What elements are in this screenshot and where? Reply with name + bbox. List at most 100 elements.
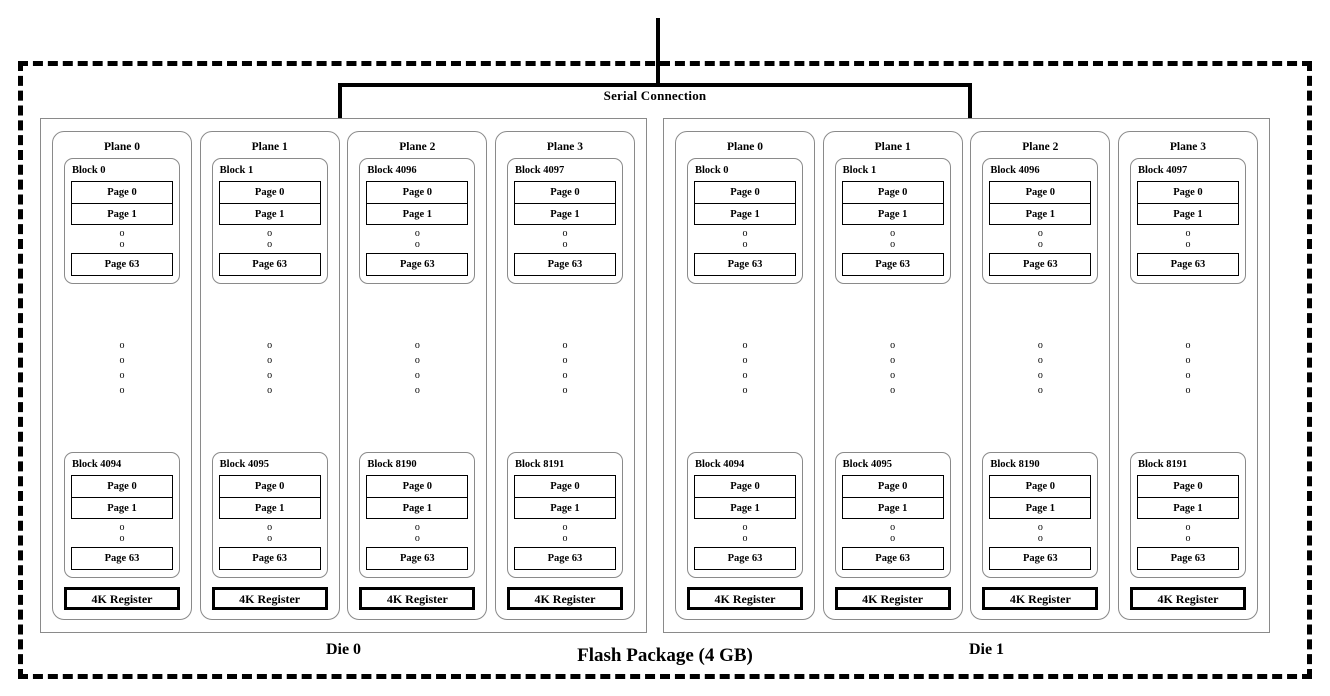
ellipsis-dot: o <box>1037 340 1043 351</box>
ellipsis-dot: o <box>267 340 273 351</box>
vertical-ellipsis: oooo <box>267 284 272 452</box>
ellipsis-dot: o <box>119 533 125 544</box>
ellipsis-dot: o <box>562 385 568 396</box>
plane-box: Plane 1 Block 1 Page 0 Page 1 o o Page 63 o o o o B… <box>199 131 340 620</box>
plane-box: Plane 2 Block 4096 Page 0 Page 1 o o Page 63 o o… <box>970 131 1111 620</box>
ellipsis-dot: o <box>1185 533 1191 544</box>
plane-title: Plane 0 <box>103 141 141 153</box>
page-cell: Page 1 <box>1137 497 1238 518</box>
page-cell: Page 63 <box>104 553 140 564</box>
page-stack-top: Page 0 Page 1 <box>218 181 321 225</box>
page-cell: Page 0 <box>1025 481 1056 492</box>
block-title: Block 4094 <box>695 459 745 470</box>
vertical-ellipsis: oo <box>694 519 796 547</box>
page-stack-top: Page 0 Page 1 <box>989 181 1092 225</box>
page-stack-last: Page 63 <box>1136 253 1239 276</box>
plane-box: Plane 2 Block 4096 Page 0 Page 1 o o Page 63 o o… <box>347 131 488 620</box>
ellipsis-dot: o <box>742 355 748 366</box>
ellipsis-dot: o <box>890 522 896 533</box>
ellipsis-dot: o <box>119 239 125 250</box>
page-stack-last: Page 63 <box>1136 547 1239 570</box>
page-cell: Page 1 <box>990 203 1091 224</box>
ellipsis-dot: o <box>1185 385 1191 396</box>
ellipsis-dot: o <box>742 370 748 381</box>
plane-box: Plane 3 Block 4097 Page 0 Page 1 o o Page 63 o o… <box>1117 131 1258 620</box>
page-cell: Page 1 <box>695 497 795 518</box>
page-stack-last: Page 63 <box>694 253 796 276</box>
page-cell: Page 63 <box>727 259 763 270</box>
vertical-ellipsis: oooo <box>1185 284 1190 452</box>
page-stack-last: Page 63 <box>841 253 944 276</box>
plane-title: Plane 0 <box>726 141 764 153</box>
plane-register: 4K Register <box>64 587 180 610</box>
die-0-box: Plane 0 Block 0 Page 0 Page 1 o o Page 63 o o o o B… <box>40 118 647 633</box>
plane-register: 4K Register <box>506 587 623 610</box>
block-box: Block 4096 Page 0 Page 1 o o Page 63 <box>982 158 1099 284</box>
ellipsis-dot: o <box>414 355 420 366</box>
ellipsis-dot: o <box>119 385 125 396</box>
ellipsis-dot: o <box>414 533 420 544</box>
page-stack-top: Page 0 Page 1 <box>513 475 616 519</box>
block-box: Block 8191 Page 0 Page 1 o o Page 63 <box>1129 452 1246 578</box>
ellipsis-dot: o <box>267 228 273 239</box>
ellipsis-dot: o <box>890 228 896 239</box>
page-cell: Page 0 <box>1025 187 1056 198</box>
page-stack-last: Page 63 <box>989 253 1092 276</box>
block-box: Block 4097 Page 0 Page 1 o o Page 63 <box>1129 158 1246 284</box>
block-title: Block 4097 <box>1137 165 1188 176</box>
block-box: Block 8191 Page 0 Page 1 o o Page 63 <box>506 452 623 578</box>
plane-title: Plane 1 <box>874 141 911 153</box>
vertical-ellipsis: oo <box>1137 519 1239 547</box>
ellipsis-dot: o <box>267 239 273 250</box>
block-box: Block 0 Page 0 Page 1 o o Page 63 <box>687 158 803 284</box>
page-stack-top: Page 0 Page 1 <box>841 181 944 225</box>
block-title: Block 4094 <box>72 459 122 470</box>
plane-title: Plane 3 <box>546 141 584 153</box>
page-cell: Page 0 <box>254 187 285 198</box>
page-cell: Page 1 <box>219 497 320 518</box>
ellipsis-dot: o <box>1185 370 1191 381</box>
plane-box: Plane 0 Block 0 Page 0 Page 1 o o Page 63 o o o o B… <box>52 131 192 620</box>
plane-box: Plane 3 Block 4097 Page 0 Page 1 o o Page 63 o o… <box>494 131 635 620</box>
page-cell: Page 0 <box>107 481 137 492</box>
page-cell: Page 1 <box>367 203 468 224</box>
block-box: Block 0 Page 0 Page 1 o o Page 63 <box>64 158 180 284</box>
page-stack-last: Page 63 <box>513 547 616 570</box>
ellipsis-dot: o <box>890 370 896 381</box>
plane-register: 4K Register <box>211 587 328 610</box>
page-stack-top: Page 0 Page 1 <box>513 181 616 225</box>
page-stack-last: Page 63 <box>841 547 944 570</box>
page-stack-last: Page 63 <box>694 547 796 570</box>
ellipsis-dot: o <box>414 385 420 396</box>
page-cell: Page 63 <box>547 259 583 270</box>
page-stack-top: Page 0 Page 1 <box>694 181 796 225</box>
block-title: Block 8191 <box>514 459 565 470</box>
ellipsis-dot: o <box>119 522 125 533</box>
plane-register: 4K Register <box>359 587 476 610</box>
ellipsis-dot: o <box>267 533 273 544</box>
page-cell: Page 0 <box>402 481 433 492</box>
page-cell: Page 0 <box>730 481 760 492</box>
ellipsis-dot: o <box>1037 355 1043 366</box>
page-cell: Page 0 <box>730 187 760 198</box>
block-title: Block 8190 <box>990 459 1040 470</box>
vertical-ellipsis: oo <box>842 519 944 547</box>
page-cell: Page 1 <box>72 203 172 224</box>
ellipsis-dot: o <box>267 370 273 381</box>
page-stack-top: Page 0 Page 1 <box>989 475 1092 519</box>
block-title: Block 4097 <box>514 165 565 176</box>
page-stack-last: Page 63 <box>366 547 469 570</box>
vertical-ellipsis: oo <box>842 225 944 253</box>
page-cell: Page 1 <box>842 497 943 518</box>
ellipsis-dot: o <box>742 239 748 250</box>
page-stack-top: Page 0 Page 1 <box>1136 181 1239 225</box>
block-title: Block 1 <box>219 165 254 176</box>
page-cell: Page 0 <box>1173 481 1203 492</box>
ellipsis-dot: o <box>119 355 125 366</box>
ellipsis-dot: o <box>1185 355 1191 366</box>
block-box: Block 4097 Page 0 Page 1 o o Page 63 <box>506 158 623 284</box>
die-1-box: Plane 0 Block 0 Page 0 Page 1 o o Page 63 o o o o B… <box>663 118 1270 633</box>
ellipsis-dot: o <box>1037 239 1043 250</box>
page-cell: Page 63 <box>875 259 910 270</box>
flash-package-diagram: Serial Connection Plane 0 Block 0 Page 0 Pa… <box>0 0 1330 696</box>
